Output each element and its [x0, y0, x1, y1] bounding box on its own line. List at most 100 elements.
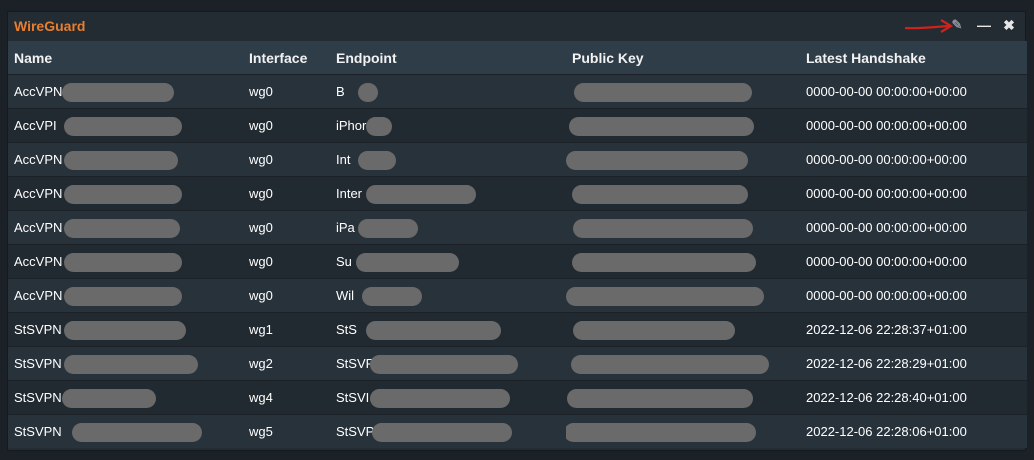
pencil-icon[interactable]: ✎	[951, 17, 963, 33]
column-header-interface[interactable]: Interface	[243, 41, 330, 75]
cell-interface: wg4	[243, 380, 330, 415]
close-button[interactable]: ✖	[1003, 17, 1015, 33]
widget-title: WireGuard	[14, 18, 86, 34]
cell-interface-text: wg0	[249, 220, 273, 235]
table-row[interactable]: StSVPN wg4 StSVI 2022-12-06 22:28:40+01:00	[8, 380, 1027, 415]
cell-interface-text: wg4	[249, 390, 273, 405]
cell-latest-handshake: 0000-00-00 00:00:00+00:00	[800, 244, 1027, 279]
table-header-row: Name Interface Endpoint Public Key Lates…	[8, 41, 1027, 75]
cell-name: AccVPN	[8, 210, 243, 245]
cell-endpoint: iPhor	[330, 108, 566, 143]
cell-latest-handshake-text: 0000-00-00 00:00:00+00:00	[806, 84, 967, 99]
cell-latest-handshake: 0000-00-00 00:00:00+00:00	[800, 108, 1027, 143]
cell-latest-handshake-text: 0000-00-00 00:00:00+00:00	[806, 220, 967, 235]
redaction-mark	[370, 389, 510, 408]
cell-name-text: AccVPN	[14, 220, 63, 235]
cell-interface: wg0	[243, 244, 330, 279]
cell-endpoint: StS	[330, 312, 566, 347]
redaction-mark	[64, 253, 182, 272]
redaction-mark	[358, 151, 396, 170]
cell-endpoint: Su	[330, 244, 566, 279]
table-row[interactable]: AccVPN wg0 Int 0000-00-00 00:00:00+00:00	[8, 142, 1027, 177]
cell-latest-handshake: 0000-00-00 00:00:00+00:00	[800, 278, 1027, 313]
cell-name-text: StSVPN	[14, 390, 62, 405]
cell-name-text: AccVPN	[14, 152, 63, 167]
cell-name-text: StSVPN	[14, 322, 62, 337]
cell-public-key	[566, 210, 800, 245]
cell-endpoint-text: StSVP	[336, 356, 375, 371]
cell-endpoint: Inter	[330, 176, 566, 211]
table-row[interactable]: StSVPN wg1 StS 2022-12-06 22:28:37+01:00	[8, 312, 1027, 347]
redaction-mark	[574, 83, 752, 102]
cell-interface-text: wg0	[249, 84, 273, 99]
cell-name: StSVPN	[8, 380, 243, 415]
cell-endpoint: StSVP	[330, 414, 566, 448]
cell-interface: wg0	[243, 74, 330, 109]
cell-endpoint-text: StSVI	[336, 390, 370, 405]
table-row[interactable]: AccVPI wg0 iPhor 0000-00-00 00:00:00+00:00	[8, 108, 1027, 143]
redaction-mark	[572, 253, 756, 272]
cell-name: AccVPN	[8, 244, 243, 279]
cell-interface-text: wg0	[249, 186, 273, 201]
cell-public-key	[566, 176, 800, 211]
cell-latest-handshake: 2022-12-06 22:28:06+01:00	[800, 414, 1027, 448]
cell-interface-text: wg0	[249, 288, 273, 303]
cell-latest-handshake-text: 0000-00-00 00:00:00+00:00	[806, 288, 967, 303]
cell-name: StSVPN	[8, 312, 243, 347]
cell-public-key	[566, 108, 800, 143]
cell-endpoint: StSVI	[330, 380, 566, 415]
cell-endpoint-text: Inter	[336, 186, 363, 201]
redaction-mark	[62, 389, 156, 408]
cell-interface-text: wg2	[249, 356, 273, 371]
table-row[interactable]: AccVPN wg0 B 0000-00-00 00:00:00+00:00	[8, 74, 1027, 109]
cell-public-key	[566, 278, 800, 313]
cell-name-text: AccVPN	[14, 254, 63, 269]
table-row[interactable]: AccVPN wg0 Inter 0000-00-00 00:00:00+00:00	[8, 176, 1027, 211]
redaction-mark	[64, 355, 198, 374]
cell-endpoint-text: Int	[336, 152, 351, 167]
cell-latest-handshake: 0000-00-00 00:00:00+00:00	[800, 74, 1027, 109]
redaction-mark	[64, 287, 182, 306]
cell-latest-handshake: 0000-00-00 00:00:00+00:00	[800, 142, 1027, 177]
table-row[interactable]: StSVPN wg5 StSVP 2022-12-06 22:28:06+01:00	[8, 414, 1027, 448]
cell-endpoint-text: StSVP	[336, 424, 375, 439]
table-row[interactable]: AccVPN wg0 Wil 0000-00-00 00:00:00+00:00	[8, 278, 1027, 313]
column-header-endpoint[interactable]: Endpoint	[330, 41, 566, 75]
cell-interface: wg0	[243, 108, 330, 143]
cell-interface: wg0	[243, 210, 330, 245]
column-header-name[interactable]: Name	[8, 41, 243, 75]
table-row[interactable]: AccVPN wg0 Su 0000-00-00 00:00:00+00:00	[8, 244, 1027, 279]
cell-interface: wg5	[243, 414, 330, 448]
cell-name: AccVPN	[8, 142, 243, 177]
redaction-mark	[72, 423, 202, 442]
cell-latest-handshake-text: 0000-00-00 00:00:00+00:00	[806, 254, 967, 269]
cell-latest-handshake: 2022-12-06 22:28:29+01:00	[800, 346, 1027, 381]
cell-public-key	[566, 74, 800, 109]
cell-name-text: AccVPI	[14, 118, 57, 133]
cell-latest-handshake-text: 0000-00-00 00:00:00+00:00	[806, 186, 967, 201]
redaction-mark	[571, 355, 769, 374]
redaction-mark	[372, 423, 512, 442]
table-row[interactable]: StSVPN wg2 StSVP 2022-12-06 22:28:29+01:00	[8, 346, 1027, 381]
cell-public-key	[566, 312, 800, 347]
cell-latest-handshake: 0000-00-00 00:00:00+00:00	[800, 176, 1027, 211]
column-header-latest-handshake[interactable]: Latest Handshake	[800, 41, 1027, 75]
cell-interface: wg0	[243, 176, 330, 211]
cell-latest-handshake-text: 2022-12-06 22:28:40+01:00	[806, 390, 967, 405]
minimize-button[interactable]: —	[977, 17, 991, 33]
table-row[interactable]: AccVPN wg0 iPa 0000-00-00 00:00:00+00:00	[8, 210, 1027, 245]
cell-interface: wg2	[243, 346, 330, 381]
annotation-arrow	[904, 19, 954, 33]
column-header-public-key[interactable]: Public Key	[566, 41, 800, 75]
redaction-mark	[64, 185, 182, 204]
redaction-mark	[366, 185, 476, 204]
cell-name: AccVPN	[8, 278, 243, 313]
cell-public-key	[566, 380, 800, 415]
cell-endpoint-text: B	[336, 84, 345, 99]
cell-latest-handshake-text: 0000-00-00 00:00:00+00:00	[806, 152, 967, 167]
cell-public-key	[566, 346, 800, 381]
cell-name: StSVPN	[8, 414, 243, 448]
cell-public-key	[566, 244, 800, 279]
redaction-mark	[573, 219, 753, 238]
cell-interface-text: wg0	[249, 254, 273, 269]
